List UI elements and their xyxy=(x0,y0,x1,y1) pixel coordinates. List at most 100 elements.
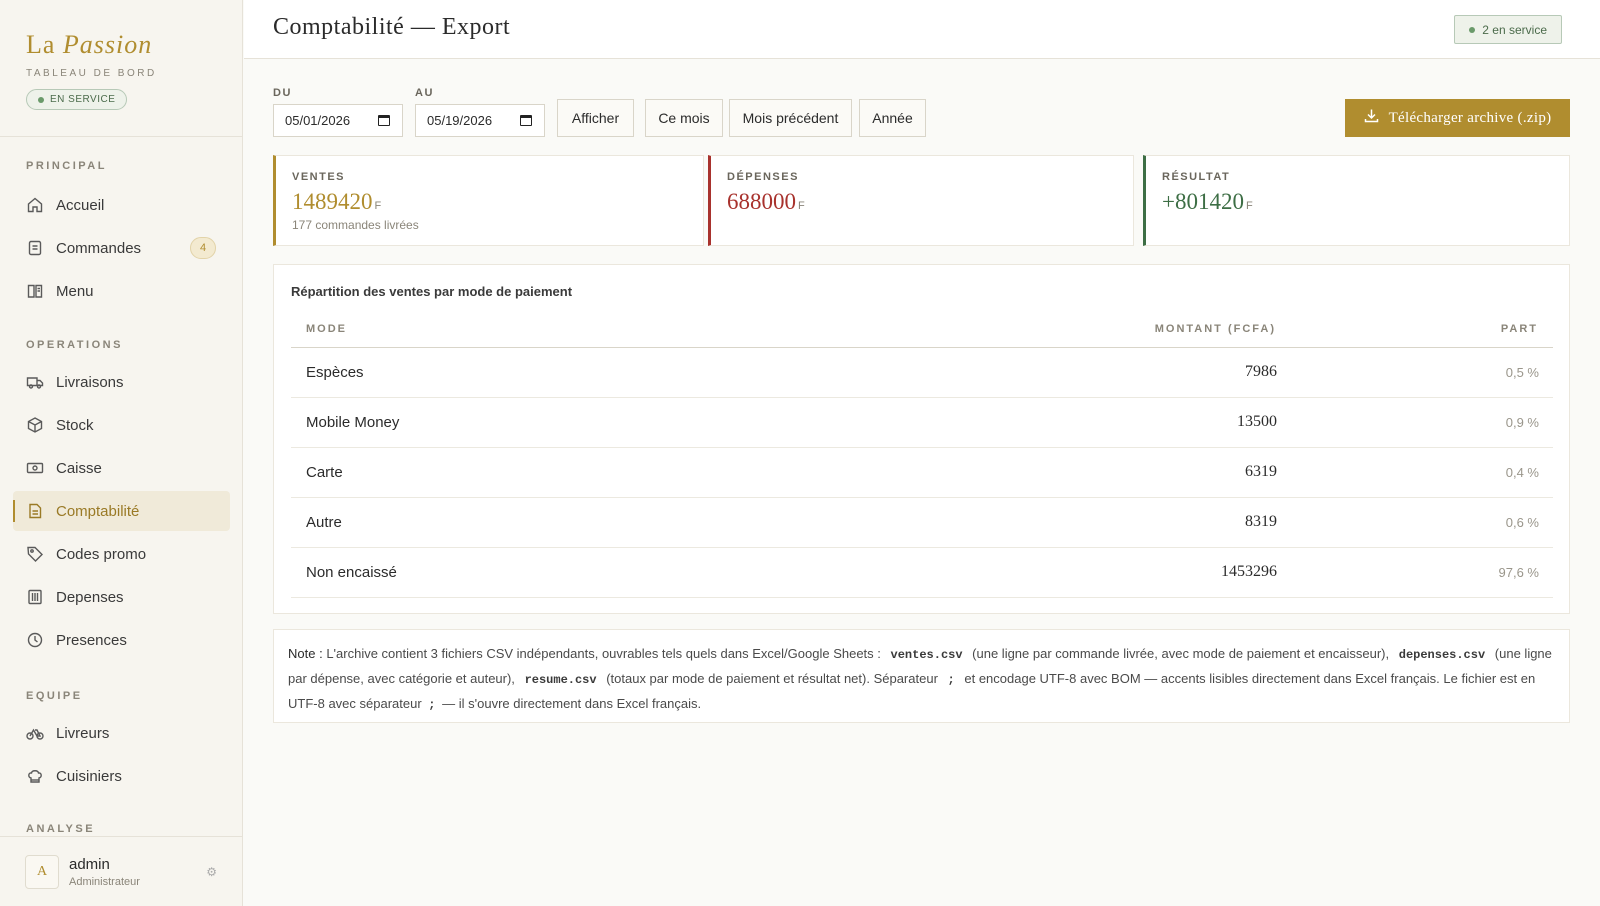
result-card: RÉSULTAT +801420 F xyxy=(1143,155,1570,246)
file-name-depenses: depenses.csv xyxy=(1398,648,1486,662)
download-archive-button[interactable]: Télécharger archive (.zip) xyxy=(1345,99,1570,137)
nav-section-principal: PRINCIPAL xyxy=(26,160,107,172)
topbar: Comptabilité — Export 2 en service xyxy=(244,0,1600,59)
sales-label: VENTES xyxy=(292,171,346,183)
sidebar-item-label: Presences xyxy=(56,631,127,649)
from-date-input[interactable]: 05/01/2026 xyxy=(273,104,403,137)
from-date-value: 05/01/2026 xyxy=(285,113,351,128)
cell-amount: 7986 xyxy=(1245,363,1277,380)
note-text: (totaux par mode de paiement et résultat… xyxy=(606,671,938,686)
nav-section-equipe: EQUIPE xyxy=(26,690,83,702)
sidebar-item-label: Stock xyxy=(56,416,94,434)
sidebar-item-comptabilite[interactable]: Comptabilité xyxy=(13,491,230,531)
expenses-card: DÉPENSES 688000 F xyxy=(708,155,1134,246)
download-archive-label: Télécharger archive (.zip) xyxy=(1388,109,1552,126)
service-status-label: 2 en service xyxy=(1482,22,1547,37)
home-icon xyxy=(26,196,44,214)
brand-subtitle: TABLEAU DE BORD xyxy=(26,68,157,79)
year-button[interactable]: Année xyxy=(859,99,926,137)
sidebar-item-label: Comptabilité xyxy=(56,502,140,520)
document-icon xyxy=(26,502,44,520)
cell-mode: Mobile Money xyxy=(306,414,400,431)
file-name-ventes: ventes.csv xyxy=(890,648,963,662)
sidebar-item-caisse[interactable]: Caisse xyxy=(13,448,230,488)
cell-amount: 6319 xyxy=(1245,463,1277,480)
note-text: — il s'ouvre directement dans Excel fran… xyxy=(442,696,702,711)
sidebar-item-codes-promo[interactable]: Codes promo xyxy=(13,534,230,574)
column-header-amount: MONTANT (FCFA) xyxy=(1154,323,1276,335)
previous-month-button[interactable]: Mois précédent xyxy=(729,99,852,137)
brand-name-part2: Passion xyxy=(62,30,153,59)
table-row: Carte 6319 0,4 % xyxy=(291,448,1553,498)
cell-mode: Non encaissé xyxy=(306,564,397,581)
result-value: +801420 xyxy=(1162,189,1244,214)
sidebar-item-accueil[interactable]: Accueil xyxy=(13,185,230,225)
chef-hat-icon xyxy=(26,767,44,785)
cash-icon xyxy=(26,459,44,477)
result-label: RÉSULTAT xyxy=(1162,171,1231,183)
book-icon xyxy=(26,282,44,300)
file-name-resume: resume.csv xyxy=(524,673,597,687)
show-button[interactable]: Afficher xyxy=(557,99,634,137)
calendar-icon[interactable] xyxy=(520,115,532,126)
user-name: admin xyxy=(69,855,110,873)
note-text: L'archive contient 3 fichiers CSV indépe… xyxy=(326,646,881,661)
note-text: (une ligne par commande livrée, avec mod… xyxy=(972,646,1390,661)
sidebar-item-label: Accueil xyxy=(56,196,105,214)
result-unit: F xyxy=(1245,200,1253,212)
sidebar: La Passion TABLEAU DE BORD EN SERVICE PR… xyxy=(0,0,243,906)
avatar: A xyxy=(25,854,59,889)
status-badge-label: EN SERVICE xyxy=(50,94,116,105)
sales-unit: F xyxy=(374,200,382,212)
sidebar-item-stock[interactable]: Stock xyxy=(13,405,230,445)
cell-mode: Espèces xyxy=(306,364,364,381)
cell-amount: 8319 xyxy=(1245,513,1277,530)
table-row: Autre 8319 0,6 % xyxy=(291,498,1553,548)
sidebar-item-label: Livraisons xyxy=(56,373,124,391)
sidebar-item-label: Caisse xyxy=(56,459,102,477)
payment-breakdown-panel: Répartition des ventes par mode de paiem… xyxy=(273,264,1570,614)
gear-icon[interactable]: ⚙ xyxy=(206,865,217,879)
to-date-label: AU xyxy=(415,87,434,99)
clock-icon xyxy=(26,631,44,649)
page-title: Comptabilité — Export xyxy=(273,14,511,40)
sidebar-item-label: Menu xyxy=(56,282,94,300)
brand-logo[interactable]: La Passion xyxy=(26,30,216,60)
service-status-badge: 2 en service xyxy=(1454,15,1562,44)
sidebar-item-label: Commandes xyxy=(56,239,142,257)
cell-share: 0,6 % xyxy=(1505,515,1539,530)
sidebar-item-livraisons[interactable]: Livraisons xyxy=(13,362,230,402)
sidebar-item-presences[interactable]: Presences xyxy=(13,620,230,660)
column-header-share: PART xyxy=(1500,323,1538,335)
sidebar-item-livreurs[interactable]: Livreurs xyxy=(13,713,230,753)
status-badge: EN SERVICE xyxy=(26,89,128,110)
status-dot-icon xyxy=(1469,26,1476,33)
cell-amount: 1453296 xyxy=(1221,563,1277,580)
cell-mode: Autre xyxy=(306,514,342,531)
commandes-count-badge: 4 xyxy=(190,237,216,259)
user-role: Administrateur xyxy=(69,875,140,888)
truck-icon xyxy=(26,373,44,391)
sales-card: VENTES 1489420 F 177 commandes livrées xyxy=(273,155,704,246)
box-icon xyxy=(26,416,44,434)
calendar-icon[interactable] xyxy=(378,115,390,126)
column-header-mode: MODE xyxy=(306,323,347,335)
to-date-input[interactable]: 05/19/2026 xyxy=(415,104,545,137)
separator-char: ; xyxy=(428,698,436,712)
sidebar-item-commandes[interactable]: Commandes 4 xyxy=(13,228,230,268)
from-date-label: DU xyxy=(273,87,292,99)
expenses-value-line: 688000 F xyxy=(727,189,1133,215)
brand: La Passion TABLEAU DE BORD EN SERVICE xyxy=(0,0,242,137)
download-icon xyxy=(1364,108,1379,128)
result-value-line: +801420 F xyxy=(1162,189,1569,215)
this-month-button[interactable]: Ce mois xyxy=(645,99,723,137)
sidebar-item-cuisiniers[interactable]: Cuisiniers xyxy=(13,756,230,796)
status-dot-icon xyxy=(38,96,44,103)
sidebar-item-label: Depenses xyxy=(56,588,124,606)
sidebar-item-menu[interactable]: Menu xyxy=(13,271,230,311)
sidebar-item-depenses[interactable]: Depenses xyxy=(13,577,230,617)
user-profile[interactable]: A admin Administrateur ⚙ xyxy=(0,836,243,906)
sidebar-item-label: Livreurs xyxy=(56,724,110,742)
cell-mode: Carte xyxy=(306,464,343,481)
expenses-value: 688000 xyxy=(727,189,796,214)
